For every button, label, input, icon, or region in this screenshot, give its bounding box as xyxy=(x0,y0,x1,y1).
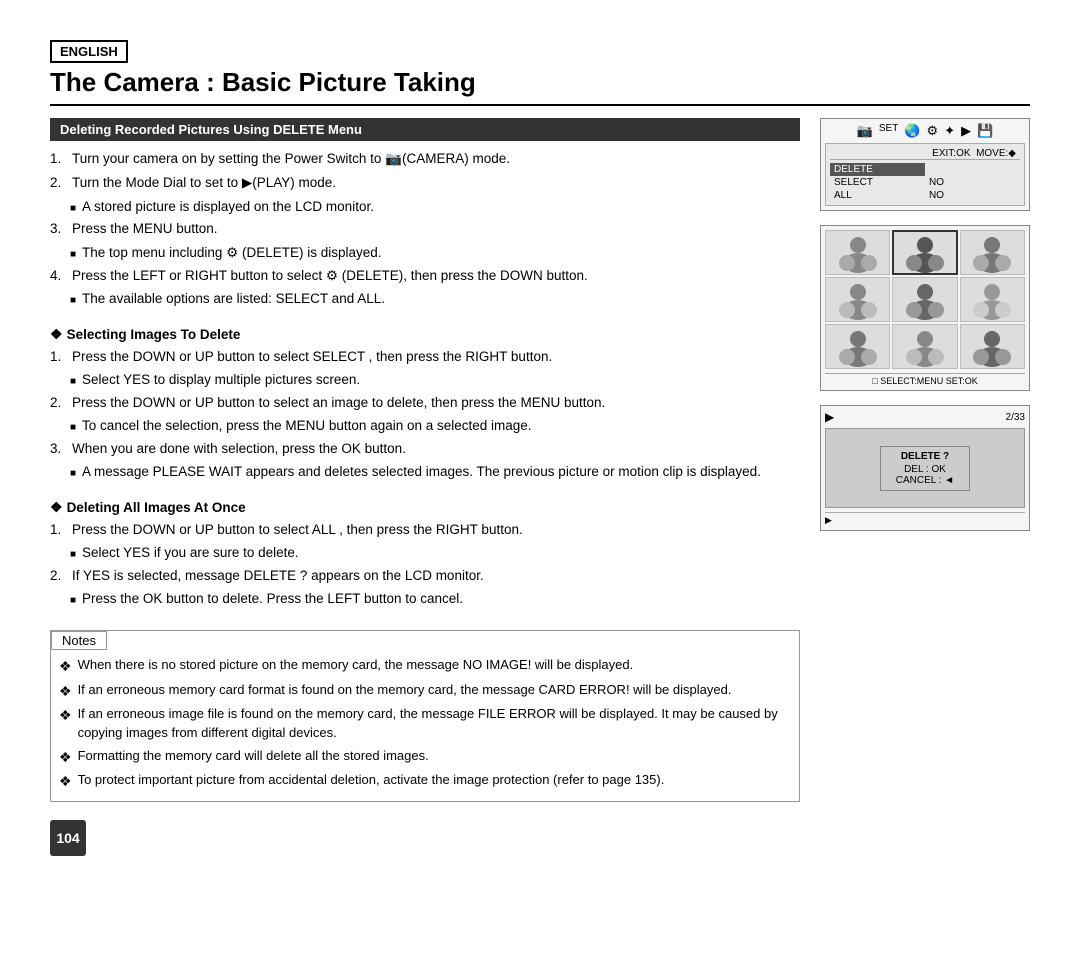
menu-left-col: DELETE SELECT ALL xyxy=(830,163,925,202)
selecting-steps: 1. Press the DOWN or UP button to select… xyxy=(50,347,800,485)
list-item: 3. Press the MENU button. xyxy=(50,219,800,239)
counter: 2/33 xyxy=(1006,412,1025,423)
play-icon: ▶ xyxy=(825,410,834,424)
deleting-title: ❖ Deleting All Images At Once xyxy=(50,499,800,516)
list-item: ■ Select YES if you are sure to delete. xyxy=(50,544,800,563)
content-area: Deleting Recorded Pictures Using DELETE … xyxy=(50,118,1030,941)
cam-panel-delete-menu: 📷 SET 🌏 ⚙ ✦ ▶ 💾 EXIT:OK MOVE:◆ DELETE SE… xyxy=(820,118,1030,211)
playback-top: ▶ 2/33 xyxy=(825,410,1025,424)
ok-icon: ▶ xyxy=(961,123,971,139)
list-item: 3. When you are done with selection, pre… xyxy=(50,439,800,459)
list-item: ■ A stored picture is displayed on the L… xyxy=(50,198,800,217)
page-title: The Camera : Basic Picture Taking xyxy=(50,67,1030,106)
all-item: ALL xyxy=(830,189,925,202)
extra-icon: 💾 xyxy=(977,123,993,139)
select-value: NO xyxy=(925,176,1020,189)
list-item: 2. Press the DOWN or UP button to select… xyxy=(50,393,800,413)
list-item: ❖ Formatting the memory card will delete… xyxy=(59,747,791,767)
list-item: ❖ If an erroneous image file is found on… xyxy=(59,705,791,743)
selecting-title: ❖ Selecting Images To Delete xyxy=(50,326,800,343)
list-item: 1. Turn your camera on by setting the Po… xyxy=(50,149,800,169)
all-value: NO xyxy=(925,189,1020,202)
list-item: 1. Press the DOWN or UP button to select… xyxy=(50,520,800,540)
exit-value xyxy=(925,163,1020,176)
img-cell xyxy=(892,324,957,369)
nav-icon: ✦ xyxy=(944,123,955,139)
page-number-area: 104 xyxy=(50,812,800,856)
dial-icon: 🌏 xyxy=(904,123,920,139)
select-item: SELECT xyxy=(830,176,925,189)
deleting-steps: 1. Press the DOWN or UP button to select… xyxy=(50,520,800,612)
set-label: SET xyxy=(879,123,898,139)
list-item: 2. Turn the Mode Dial to set to ▶(PLAY) … xyxy=(50,173,800,193)
delete-dialog-title: DELETE ? xyxy=(889,451,961,462)
img-cell xyxy=(825,277,890,322)
list-item: ■ The top menu including ⚙ (DELETE) is d… xyxy=(50,244,800,263)
list-item: ■ The available options are listed: SELE… xyxy=(50,290,800,309)
img-cell xyxy=(892,230,957,275)
main-steps: 1. Turn your camera on by setting the Po… xyxy=(50,149,800,312)
delete-menu-display: EXIT:OK MOVE:◆ DELETE SELECT ALL NO NO xyxy=(825,143,1025,206)
list-item: ❖ If an erroneous memory card format is … xyxy=(59,681,791,701)
list-item: 4. Press the LEFT or RIGHT button to sel… xyxy=(50,266,800,286)
menu-table: DELETE SELECT ALL NO NO xyxy=(830,159,1020,202)
list-item: 1. Press the DOWN or UP button to select… xyxy=(50,347,800,367)
menu-icon: ⚙ xyxy=(927,123,939,139)
right-column: 📷 SET 🌏 ⚙ ✦ ▶ 💾 EXIT:OK MOVE:◆ DELETE SE… xyxy=(820,118,1030,941)
left-column: Deleting Recorded Pictures Using DELETE … xyxy=(50,118,800,941)
page: ENGLISH The Camera : Basic Picture Takin… xyxy=(0,0,1080,971)
img-cell xyxy=(960,277,1025,322)
image-grid xyxy=(825,230,1025,369)
list-item: 2. If YES is selected, message DELETE ? … xyxy=(50,566,800,586)
delete-dialog-line2: CANCEL : ◄ xyxy=(889,475,961,486)
list-item: ■ Press the OK button to delete. Press t… xyxy=(50,590,800,609)
cam-panel-image-grid: □ SELECT:MENU SET:OK xyxy=(820,225,1030,391)
img-cell xyxy=(825,230,890,275)
delete-dialog-line1: DEL : OK xyxy=(889,464,961,475)
menu-right-col: NO NO xyxy=(925,163,1020,202)
list-item: ■ Select YES to display multiple picture… xyxy=(50,371,800,390)
list-item: ■ A message PLEASE WAIT appears and dele… xyxy=(50,463,800,482)
img-cell xyxy=(960,230,1025,275)
image-grid-bottom-bar: □ SELECT:MENU SET:OK xyxy=(825,373,1025,386)
section-header: Deleting Recorded Pictures Using DELETE … xyxy=(50,118,800,141)
delete-item: DELETE xyxy=(830,163,925,176)
list-item: ❖ When there is no stored picture on the… xyxy=(59,656,791,676)
cam-top-icons: 📷 SET 🌏 ⚙ ✦ ▶ 💾 xyxy=(825,123,1025,139)
img-cell xyxy=(892,277,957,322)
img-cell xyxy=(960,324,1025,369)
img-cell xyxy=(825,324,890,369)
list-item: ❖ To protect important picture from acci… xyxy=(59,771,791,791)
playback-image-area: DELETE ? DEL : OK CANCEL : ◄ xyxy=(825,428,1025,508)
playback-bottom: ▶ xyxy=(825,512,1025,526)
list-item: ■ To cancel the selection, press the MEN… xyxy=(50,417,800,436)
delete-dialog: DELETE ? DEL : OK CANCEL : ◄ xyxy=(880,446,970,491)
notes-content: ❖ When there is no stored picture on the… xyxy=(51,650,799,801)
notes-label: Notes xyxy=(51,631,107,650)
page-number: 104 xyxy=(50,820,86,856)
playback-bottom-icon: ▶ xyxy=(825,515,832,526)
camera-icon: 📷 xyxy=(857,123,873,139)
exit-row: EXIT:OK MOVE:◆ xyxy=(830,147,1020,159)
english-badge: ENGLISH xyxy=(50,40,1030,67)
notes-box: Notes ❖ When there is no stored picture … xyxy=(50,630,800,802)
cam-panel-playback: ▶ 2/33 DELETE ? DEL : OK CANCEL : ◄ ▶ xyxy=(820,405,1030,531)
